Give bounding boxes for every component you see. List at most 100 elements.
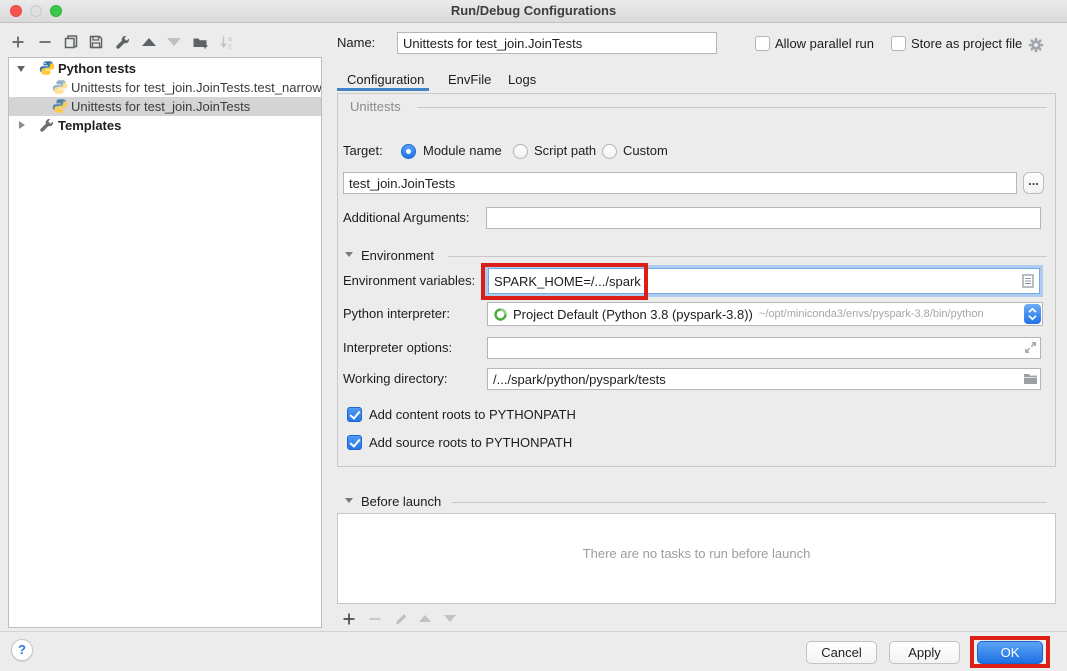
python-interpreter-label: Python interpreter:	[343, 303, 450, 325]
remove-configuration-button[interactable]	[37, 34, 53, 50]
remove-task-button[interactable]	[367, 611, 383, 627]
before-launch-collapse-icon[interactable]	[345, 498, 353, 503]
move-task-up-button[interactable]	[419, 615, 435, 631]
run-debug-configurations-dialog: Run/Debug Configurations az Python tests	[0, 0, 1067, 671]
edit-templates-button[interactable]	[115, 34, 131, 50]
additional-arguments-label: Additional Arguments:	[343, 207, 469, 229]
target-custom-label: Custom	[623, 140, 668, 162]
tab-envfile[interactable]: EnvFile	[448, 70, 491, 90]
allow-parallel-run-checkbox[interactable]	[755, 36, 770, 51]
name-label: Name:	[337, 32, 375, 54]
environment-header: Environment	[361, 245, 434, 267]
chevron-right-icon[interactable]	[19, 121, 25, 129]
footer-separator	[0, 631, 1067, 632]
wrench-icon	[39, 117, 55, 133]
python-icon	[39, 60, 55, 76]
move-down-icon	[444, 615, 456, 622]
before-launch-header: Before launch	[361, 491, 441, 513]
store-as-project-file-label: Store as project file	[911, 33, 1022, 55]
target-radio-custom[interactable]	[602, 144, 617, 159]
minimize-window-button[interactable]	[30, 5, 42, 17]
before-launch-header-line	[452, 502, 1047, 503]
move-down-button[interactable]	[167, 38, 183, 54]
svg-text:z: z	[228, 44, 232, 51]
copy-configuration-button[interactable]	[63, 34, 79, 50]
add-source-roots-label: Add source roots to PYTHONPATH	[369, 432, 572, 454]
python-icon	[52, 98, 68, 114]
additional-arguments-input[interactable]	[486, 207, 1041, 229]
tree-item-python-tests[interactable]: Python tests	[9, 59, 321, 78]
tree-item-label: Unittests for test_join.JoinTests	[71, 97, 250, 116]
env-vars-list-icon[interactable]	[1022, 274, 1034, 288]
expand-icon[interactable]	[1024, 341, 1037, 354]
tree-item-label: Templates	[58, 116, 121, 135]
move-up-icon	[419, 615, 431, 622]
title-bar: Run/Debug Configurations	[0, 0, 1067, 23]
interpreter-value: Project Default (Python 3.8 (pyspark-3.8…	[513, 307, 753, 322]
cancel-button[interactable]: Cancel	[806, 641, 877, 664]
active-tab-underline	[337, 88, 429, 91]
sort-alpha-icon: az	[219, 34, 235, 50]
add-configuration-button[interactable]	[10, 34, 26, 50]
working-directory-input[interactable]	[487, 368, 1041, 390]
save-icon	[88, 34, 104, 50]
target-label: Target:	[343, 140, 383, 162]
interpreter-options-input[interactable]	[487, 337, 1041, 359]
add-content-roots-checkbox[interactable]	[347, 407, 362, 422]
store-as-project-file-checkbox[interactable]	[891, 36, 906, 51]
chevron-down-icon[interactable]	[17, 66, 25, 72]
tree-item-templates[interactable]: Templates	[9, 116, 321, 135]
environment-collapse-icon[interactable]	[345, 252, 353, 257]
folder-icon[interactable]	[1023, 372, 1038, 385]
chevron-up-down-icon	[1024, 304, 1041, 324]
sort-configurations-button[interactable]: az	[219, 34, 235, 50]
ok-button[interactable]: OK	[977, 641, 1043, 664]
before-launch-tasks-panel: There are no tasks to run before launch	[337, 513, 1056, 604]
save-configuration-button[interactable]	[88, 34, 104, 50]
apply-button[interactable]: Apply	[889, 641, 960, 664]
configurations-tree: Python tests Unittests for test_join.Joi…	[8, 57, 322, 628]
target-module-name-label: Module name	[423, 140, 502, 162]
target-radio-script-path[interactable]	[513, 144, 528, 159]
help-button[interactable]: ?	[11, 639, 33, 661]
interpreter-options-label: Interpreter options:	[343, 337, 452, 359]
interpreter-path: ~/opt/miniconda3/envs/pyspark-3.8/bin/py…	[759, 308, 984, 320]
conda-ring-icon	[493, 307, 508, 322]
environment-header-line	[448, 256, 1047, 257]
move-up-button[interactable]	[142, 38, 158, 54]
tree-item-label: Unittests for test_join.JoinTests.test_n…	[71, 78, 322, 97]
add-source-roots-checkbox[interactable]	[347, 435, 362, 450]
edit-defaults-wrench-icon	[115, 34, 131, 50]
pencil-icon	[393, 611, 409, 627]
target-script-path-label: Script path	[534, 140, 596, 162]
zoom-window-button[interactable]	[50, 5, 62, 17]
move-task-down-button[interactable]	[444, 615, 460, 631]
close-window-button[interactable]	[10, 5, 22, 17]
add-content-roots-label: Add content roots to PYTHONPATH	[369, 404, 576, 426]
working-directory-label: Working directory:	[343, 368, 448, 390]
module-name-input[interactable]	[343, 172, 1017, 194]
browse-module-button[interactable]: ...	[1023, 172, 1044, 194]
add-icon	[341, 611, 357, 627]
unittests-legend: Unittests	[347, 96, 404, 118]
add-icon	[10, 34, 26, 50]
create-folder-button[interactable]	[192, 34, 208, 50]
allow-parallel-run-label: Allow parallel run	[775, 33, 874, 55]
new-folder-icon	[192, 34, 210, 50]
target-radio-module-name[interactable]	[401, 144, 416, 159]
tree-item-jointests-selected[interactable]: Unittests for test_join.JoinTests	[9, 97, 321, 116]
svg-text:a: a	[228, 36, 232, 43]
name-input[interactable]	[397, 32, 717, 54]
environment-variables-input[interactable]	[488, 268, 1040, 294]
remove-icon	[367, 611, 383, 627]
tab-logs[interactable]: Logs	[508, 70, 536, 90]
add-task-button[interactable]	[341, 611, 357, 627]
window-title: Run/Debug Configurations	[0, 0, 1067, 22]
gear-icon[interactable]	[1028, 37, 1044, 53]
python-icon	[52, 79, 68, 95]
tab-configuration[interactable]: Configuration	[347, 70, 424, 90]
python-interpreter-select[interactable]: Project Default (Python 3.8 (pyspark-3.8…	[487, 302, 1043, 326]
tree-item-test-narrow[interactable]: Unittests for test_join.JoinTests.test_n…	[9, 78, 321, 97]
interpreter-dropdown-stepper[interactable]	[1024, 304, 1041, 324]
edit-task-button[interactable]	[393, 611, 409, 627]
